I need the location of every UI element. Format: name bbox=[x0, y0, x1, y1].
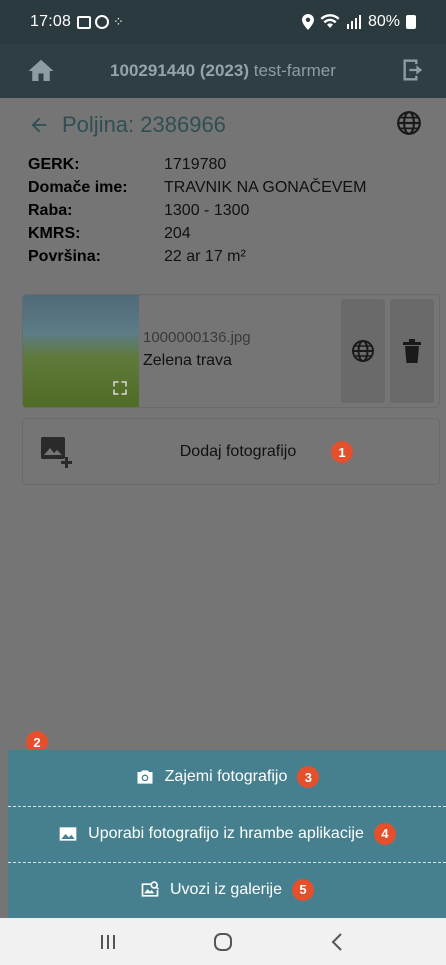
back-arrow-icon[interactable] bbox=[28, 114, 50, 136]
app-storage-photo-label: Uporabi fotografijo iz hrambe aplikacije bbox=[88, 824, 364, 842]
add-photo-icon bbox=[41, 437, 72, 468]
camera-icon bbox=[137, 770, 153, 784]
photo-source-sheet: Zajemi fotografijo 3 Uporabi fotografijo… bbox=[8, 750, 446, 918]
gallery-search-icon bbox=[141, 880, 159, 897]
detail-value: 1719780 bbox=[164, 156, 227, 173]
field-details: GERK: 1719780 Domače ime: TRAVNIK NA GON… bbox=[28, 153, 366, 268]
gallery-notification-icon bbox=[77, 15, 92, 29]
detail-key: Površina: bbox=[28, 248, 101, 265]
photo-card: 1000000136.jpg Zelena trava bbox=[22, 294, 440, 408]
step-badge: 1 bbox=[331, 441, 353, 463]
detail-key: Raba: bbox=[28, 202, 73, 219]
photo-location-button[interactable] bbox=[341, 299, 385, 403]
capture-photo-option[interactable]: Zajemi fotografijo 3 bbox=[8, 750, 446, 804]
image-icon bbox=[59, 826, 77, 841]
detail-row-raba: Raba: 1300 - 1300 bbox=[28, 199, 366, 222]
status-time: 17:08 bbox=[30, 13, 72, 30]
recent-apps-icon[interactable] bbox=[96, 930, 120, 954]
field-detail-content: Poljina: 2386966 GERK: 1719780 Domače im… bbox=[0, 98, 446, 748]
detail-value: 1300 - 1300 bbox=[164, 202, 250, 219]
photo-delete-button[interactable] bbox=[390, 299, 434, 403]
detail-key: GERK: bbox=[28, 156, 80, 173]
photo-filename: 1000000136.jpg bbox=[143, 329, 251, 346]
photo-thumbnail[interactable] bbox=[23, 295, 139, 407]
add-photo-button[interactable]: Dodaj fotografijo 1 bbox=[22, 418, 440, 485]
photo-description: Zelena trava bbox=[143, 352, 232, 369]
capture-photo-label: Zajemi fotografijo bbox=[164, 768, 288, 785]
step-badge: 5 bbox=[292, 878, 315, 901]
header-user: test-farmer bbox=[253, 61, 336, 80]
step-badge: 3 bbox=[297, 766, 320, 788]
wifi-icon bbox=[320, 14, 340, 28]
home-nav-icon[interactable] bbox=[211, 930, 235, 954]
battery-percent: 80% bbox=[367, 13, 400, 30]
globe-icon bbox=[352, 340, 374, 362]
detail-value: TRAVNIK NA GONAČEVEM bbox=[164, 179, 367, 196]
globe-icon[interactable] bbox=[396, 110, 422, 136]
header-farm-id: 100291440 (2023) bbox=[110, 61, 250, 80]
home-icon[interactable] bbox=[26, 56, 56, 86]
detail-row-gerk: GERK: 1719780 bbox=[28, 153, 366, 176]
app-header: 100291440 (2023) test-farmer bbox=[0, 44, 446, 98]
add-photo-label: Dodaj fotografijo bbox=[179, 442, 297, 460]
step-badge: 4 bbox=[373, 822, 396, 845]
location-icon bbox=[301, 14, 314, 30]
import-gallery-label: Uvozi iz galerije bbox=[169, 880, 283, 898]
app-notification-icon: ⁘ bbox=[113, 14, 124, 29]
import-gallery-option[interactable]: Uvozi iz galerije 5 bbox=[8, 862, 446, 916]
signal-icon bbox=[346, 15, 361, 29]
page-title: Poljina: 2386966 bbox=[28, 112, 226, 138]
status-bar: 17:08 ⁘ 80% bbox=[0, 0, 446, 44]
page-title-text: Poljina: 2386966 bbox=[62, 112, 226, 137]
logout-icon[interactable] bbox=[400, 56, 428, 84]
status-notification-icons: ⁘ bbox=[77, 14, 124, 30]
detail-key: Domače ime: bbox=[28, 179, 128, 196]
trash-icon bbox=[403, 339, 421, 363]
detail-value: 22 ar 17 m² bbox=[164, 248, 246, 265]
fullscreen-icon[interactable] bbox=[111, 379, 129, 397]
app-storage-photo-option[interactable]: Uporabi fotografijo iz hrambe aplikacije… bbox=[8, 806, 446, 860]
battery-icon bbox=[406, 15, 416, 29]
system-nav-bar bbox=[0, 918, 446, 965]
detail-value: 204 bbox=[164, 225, 191, 242]
detail-row-kmrs: KMRS: 204 bbox=[28, 222, 366, 245]
header-title: 100291440 (2023) test-farmer bbox=[0, 61, 446, 81]
detail-row-area: Površina: 22 ar 17 m² bbox=[28, 245, 366, 268]
detail-key: KMRS: bbox=[28, 225, 81, 242]
sync-notification-icon bbox=[95, 15, 110, 29]
detail-row-local-name: Domače ime: TRAVNIK NA GONAČEVEM bbox=[28, 176, 366, 199]
back-nav-icon[interactable] bbox=[326, 930, 350, 954]
